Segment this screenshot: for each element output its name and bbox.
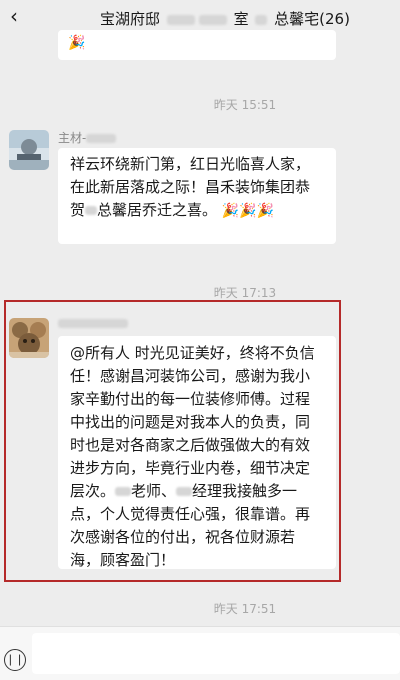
chat-input-bar: ❘❘ (0, 626, 400, 680)
party-popper-icon: 🎉🎉🎉 (221, 203, 275, 219)
redacted-text (198, 14, 227, 25)
voice-input-icon[interactable]: ❘❘ (4, 649, 26, 671)
chevron-left-icon[interactable]: ‹ (10, 6, 30, 26)
avatar[interactable] (9, 130, 49, 170)
message-bubble[interactable]: @所有人 时光见证美好，终将不负信任！感谢昌河装饰公司，感谢为我小家辛勤付出的每… (58, 336, 336, 569)
party-popper-icon: 🎉 (68, 35, 86, 51)
sender-name (58, 316, 128, 330)
redacted-text (255, 14, 268, 25)
redacted-text (166, 14, 195, 25)
message-text-mid: 老师、 (131, 482, 177, 500)
timestamp: 昨天 15:51 (213, 98, 277, 112)
message-bubble[interactable]: 祥云环绕新门第，红日光临喜人家，在此新居落成之际！昌禾装饰集团恭贺 总馨居乔迁之喜… (58, 148, 336, 244)
message-input[interactable] (32, 633, 400, 674)
avatar[interactable] (9, 318, 49, 358)
message-text-suffix: 总馨居乔迁之喜。 (97, 201, 218, 219)
timestamp: 昨天 17:13 (213, 286, 277, 300)
timestamp: 昨天 17:51 (213, 602, 277, 616)
chat-title: 宝湖府邸 室 总馨宅(26) (100, 10, 390, 28)
message-text: @所有人 时光见证美好，终将不负信任！感谢昌河装饰公司，感谢为我小家辛勤付出的每… (70, 344, 315, 500)
title-prefix: 宝湖府邸 (100, 10, 161, 28)
message-bubble-fragment: 🎉 (58, 30, 336, 60)
sender-name: 主材- (58, 129, 117, 146)
title-mid: 室 (233, 10, 249, 28)
title-suffix: 总馨宅(26) (274, 10, 350, 28)
